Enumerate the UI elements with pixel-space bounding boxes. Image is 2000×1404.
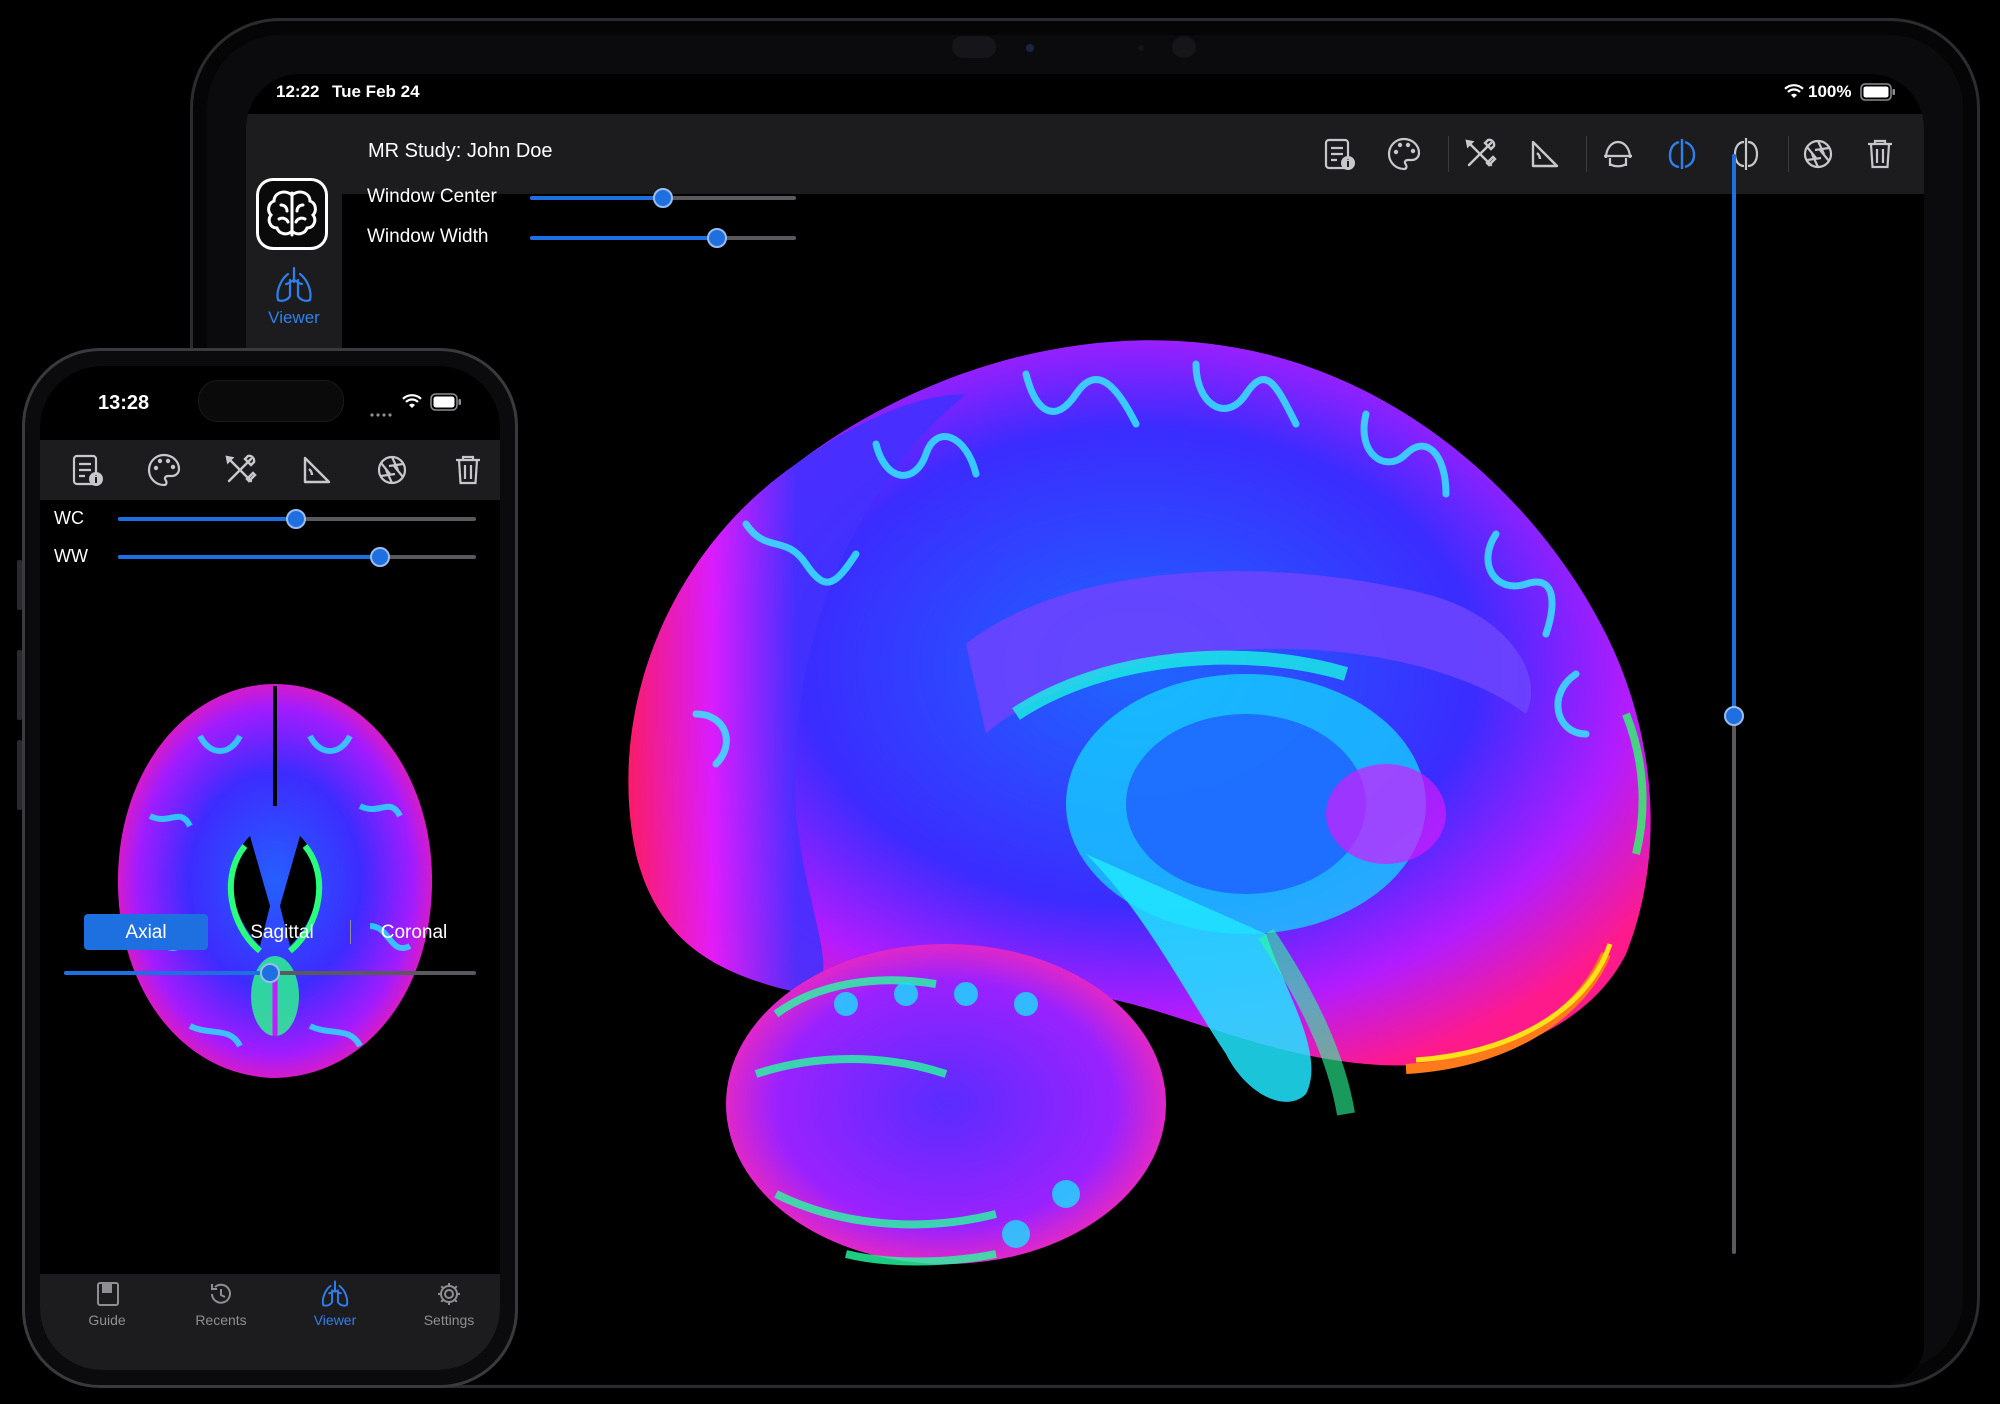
window-center-fill [530, 196, 663, 200]
slice-slider-fill [64, 971, 270, 975]
iphone-side-button [17, 560, 22, 610]
tab-guide[interactable]: Guide [62, 1280, 152, 1350]
segment-divider [350, 920, 351, 944]
clock-history-icon [207, 1280, 235, 1313]
wc-knob[interactable] [286, 509, 306, 529]
palette-icon[interactable] [144, 450, 184, 490]
wifi-icon [1784, 84, 1804, 105]
lungs-icon[interactable] [274, 266, 314, 309]
ipad-battery-percent: 100% [1808, 82, 1852, 101]
wc-label: WC [54, 508, 84, 528]
window-width-knob[interactable] [707, 228, 727, 248]
segment-coronal[interactable]: Coronal [352, 922, 476, 944]
ipad-sensor [1138, 45, 1144, 51]
dynamic-island [198, 380, 344, 422]
tab-viewer-label: Viewer [313, 1312, 357, 1328]
tools-icon[interactable] [1460, 134, 1500, 174]
slice-slider-fill [1732, 154, 1736, 714]
info-document-icon[interactable] [68, 450, 108, 490]
wifi-icon [402, 394, 422, 415]
tools-icon[interactable] [220, 450, 260, 490]
aperture-icon[interactable] [1798, 134, 1838, 174]
trash-icon[interactable] [448, 450, 488, 490]
tab-viewer[interactable]: Viewer [290, 1280, 380, 1350]
tab-settings-label: Settings [423, 1312, 475, 1328]
tab-recents-label: Recents [195, 1312, 247, 1328]
iphone-volume-up [17, 650, 22, 720]
tab-bar: Guide Recents Viewer Settings [40, 1274, 500, 1370]
tab-recents[interactable]: Recents [176, 1280, 266, 1350]
axial-mri-image[interactable] [110, 676, 440, 1086]
ww-label: WW [54, 546, 88, 566]
slice-slider-knob[interactable] [1724, 706, 1744, 726]
ww-fill [118, 555, 380, 559]
battery-icon [430, 393, 462, 416]
ruler-angle-icon[interactable] [296, 450, 336, 490]
sagittal-view-icon[interactable] [1662, 134, 1702, 174]
study-title: MR Study: John Doe [368, 140, 553, 162]
ruler-angle-icon[interactable] [1524, 134, 1564, 174]
ipad-toolbar: MR Study: John Doe [342, 114, 1924, 194]
wc-fill [118, 517, 296, 521]
tab-settings[interactable]: Settings [404, 1280, 494, 1350]
gear-icon [435, 1280, 463, 1313]
signal-dots-icon [370, 404, 396, 417]
toolbar-separator [1586, 136, 1587, 172]
segment-sagittal[interactable]: Sagittal [220, 922, 344, 944]
info-document-icon[interactable] [1320, 134, 1360, 174]
segment-axial-label[interactable]: Axial [84, 922, 208, 944]
iphone-status-time: 13:28 [98, 392, 150, 414]
slice-slider-knob[interactable] [260, 963, 280, 983]
ipad-status-time: 12:22 [276, 82, 320, 101]
window-width-fill [530, 236, 717, 240]
palette-icon[interactable] [1384, 134, 1424, 174]
tab-guide-label: Guide [88, 1312, 126, 1328]
book-icon [94, 1280, 122, 1313]
brain-icon [259, 181, 325, 247]
app-icon[interactable] [256, 178, 328, 250]
toolbar-separator [1448, 136, 1449, 172]
iphone-toolbar [40, 440, 500, 500]
ipad-sensor-2 [1172, 36, 1196, 58]
sagittal-mri-image[interactable] [546, 294, 1786, 1334]
axial-view-icon[interactable] [1598, 134, 1638, 174]
ipad-camera-lens [1026, 44, 1034, 52]
window-width-label: Window Width [367, 226, 489, 247]
ipad-camera-housing [952, 36, 996, 58]
iphone-screen: 13:28 WC WW Axial Sagittal Coronal Guide… [40, 366, 500, 1370]
iphone-volume-down [17, 740, 22, 810]
ipad-status-date: Tue Feb 24 [332, 82, 420, 101]
toolbar-separator [1788, 136, 1789, 172]
aperture-icon[interactable] [372, 450, 412, 490]
lungs-icon [320, 1280, 350, 1313]
sidebar-viewer-label[interactable]: Viewer [246, 308, 342, 328]
window-center-knob[interactable] [653, 188, 673, 208]
window-center-label: Window Center [367, 186, 497, 207]
battery-icon [1860, 83, 1896, 106]
trash-icon[interactable] [1860, 134, 1900, 174]
ww-knob[interactable] [370, 547, 390, 567]
